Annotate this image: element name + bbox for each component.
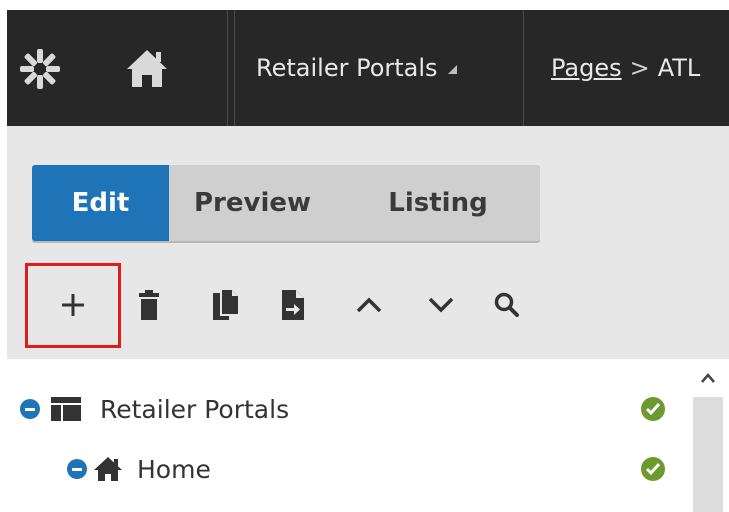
- tab-preview[interactable]: Preview: [169, 165, 336, 241]
- trash-icon: [139, 290, 159, 320]
- scrollbar-thumb[interactable]: [693, 397, 723, 512]
- delete-button[interactable]: [125, 264, 173, 346]
- divider: [523, 10, 524, 126]
- collapse-icon[interactable]: [67, 459, 87, 479]
- scrollbar[interactable]: [693, 359, 723, 512]
- move-down-button[interactable]: [417, 264, 465, 346]
- collapse-icon[interactable]: [20, 399, 40, 419]
- page-toolbar: [7, 263, 729, 348]
- breadcrumb-separator: >: [629, 54, 650, 82]
- chevron-up-icon[interactable]: [700, 371, 716, 385]
- home-icon[interactable]: [125, 47, 169, 89]
- portal-menu-label: Retailer Portals: [256, 54, 438, 82]
- tree-node-retailer-portals[interactable]: Retailer Portals: [20, 389, 289, 429]
- caret-down-icon: [447, 65, 457, 74]
- chevron-up-icon: [356, 297, 382, 313]
- move-button[interactable]: [269, 264, 317, 346]
- chevron-down-icon: [428, 297, 454, 313]
- workspace: Edit Preview Listing: [7, 126, 729, 359]
- check-icon: [641, 457, 665, 481]
- breadcrumb: Pages > ATL: [551, 54, 700, 82]
- search-icon: [494, 292, 519, 317]
- tab-listing[interactable]: Listing: [336, 165, 540, 241]
- divider: [227, 10, 228, 126]
- portal-menu[interactable]: Retailer Portals: [256, 54, 457, 90]
- asterisk-logo-icon[interactable]: [19, 48, 61, 90]
- home-icon: [94, 457, 122, 481]
- search-button[interactable]: [483, 264, 531, 346]
- breadcrumb-link-pages[interactable]: Pages: [551, 54, 622, 82]
- check-icon: [641, 397, 665, 421]
- page-tree: Retailer Portals Home: [7, 359, 729, 512]
- copy-button[interactable]: [201, 264, 249, 346]
- tree-node-label: Retailer Portals: [100, 394, 290, 424]
- tree-node-label: Home: [137, 454, 211, 484]
- tab-edit[interactable]: Edit: [32, 165, 169, 241]
- move-icon: [282, 290, 304, 320]
- top-bar: Retailer Portals Pages > ATL: [7, 10, 729, 126]
- add-button-highlight: [25, 263, 121, 348]
- divider: [234, 10, 235, 126]
- view-tabs: Edit Preview Listing: [32, 165, 540, 241]
- move-up-button[interactable]: [345, 264, 393, 346]
- tree-node-home[interactable]: Home: [67, 449, 211, 489]
- copy-icon: [213, 290, 238, 320]
- breadcrumb-current: ATL: [657, 54, 701, 82]
- layout-icon: [51, 397, 81, 421]
